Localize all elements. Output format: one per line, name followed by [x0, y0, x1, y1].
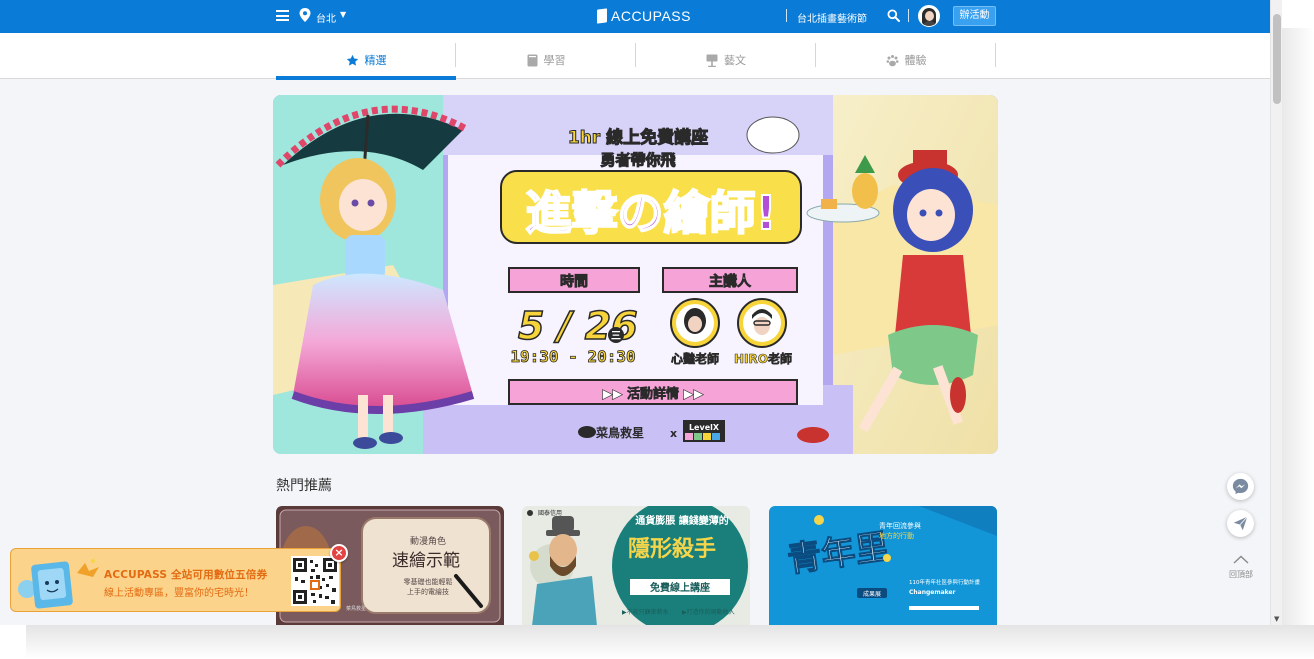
promo-line2: 線上活動專區，豐富你的宅時光！: [104, 588, 254, 599]
tab-featured[interactable]: 精選: [276, 41, 456, 80]
card3-small2: Changemaker: [909, 589, 956, 596]
time-label: 時間: [560, 273, 588, 290]
event-weekday: 三: [611, 330, 621, 342]
card3-small1: 110年青年社區參與行動計畫: [909, 578, 980, 586]
qr-code: [291, 556, 339, 606]
tab-divider: [995, 43, 996, 67]
card3-tag: 成果展: [863, 590, 881, 598]
banner-top-line2: 勇者帶你飛: [600, 151, 675, 169]
back-to-top-button[interactable]: 回頂部: [1226, 549, 1256, 580]
promo-line1: ACCUPASS 全站可用數位五倍券: [104, 569, 268, 581]
mascot-ticket-icon: [18, 559, 99, 609]
hamburger-menu-icon[interactable]: [276, 10, 289, 21]
event-card[interactable]: 青年里 青年回流參與 地方的行動 110年青年社區參與行動計畫 Changema…: [769, 506, 997, 625]
event-card[interactable]: 國泰信用 通貨膨脹 讓錢變薄的 隱形殺手 免費線上講座 ▶不能只顧來薪水 ▶打造…: [522, 506, 750, 625]
org-right-logo: LevelX: [689, 423, 720, 432]
event-time-range: 19:30 - 20:30: [510, 347, 635, 366]
speaker1-name: 心豔老師: [671, 351, 719, 366]
book-icon: [527, 54, 537, 66]
tab-label: 精選: [364, 54, 387, 67]
logo-mark-icon: [597, 8, 607, 24]
window-shadow: [26, 625, 1314, 659]
search-icon[interactable]: [887, 9, 900, 22]
promo-popup[interactable]: ACCUPASS 全站可用數位五倍券 線上活動專區，豐富你的宅時光！: [10, 548, 341, 612]
easel-icon: [706, 54, 718, 67]
scroll-down-arrow-icon[interactable]: ▼: [1274, 615, 1279, 623]
accupass-logo[interactable]: ACCUPASS: [597, 7, 691, 25]
organizer-link[interactable]: 台北插畫藝術節: [797, 10, 867, 25]
banner-title: 進擊の繪師!: [526, 186, 777, 240]
city-selector[interactable]: 台北: [316, 10, 336, 25]
paper-plane-icon: [1233, 516, 1248, 531]
window-shadow: [1282, 28, 1314, 628]
top-navbar: 台北 ▼ ACCUPASS 台北插畫藝術節 辦活動: [0, 0, 1270, 33]
event-card-image: 青年里 青年回流參與 地方的行動 110年青年社區參與行動計畫 Changema…: [769, 506, 997, 625]
back-to-top-label: 回頂部: [1229, 570, 1253, 579]
tab-arts[interactable]: 藝文: [636, 41, 816, 79]
page: 台北 ▼ ACCUPASS 台北插畫藝術節 辦活動 精選 學習 藝文 體驗 1h…: [0, 0, 1270, 625]
tab-learning[interactable]: 學習: [456, 41, 636, 79]
org-left-logo: 菜鳥救星: [595, 425, 644, 440]
paw-icon: [886, 54, 898, 66]
detail-button-text[interactable]: ▶▶ 活動詳情 ▶▶: [602, 386, 704, 403]
tab-label: 藝文: [724, 54, 746, 67]
hero-banner[interactable]: 1hr 線上免費講座 勇者帶你飛 進擊の繪師! 時間 主講人 5 / 26 三 …: [273, 95, 998, 454]
messenger-icon: [1232, 478, 1249, 495]
section-title: 熱門推薦: [276, 478, 332, 494]
star-icon: [346, 54, 358, 66]
chevron-up-icon: [1233, 555, 1249, 564]
banner-top-line1: 1hr 線上免費講座: [568, 127, 708, 148]
tab-experience[interactable]: 體驗: [816, 41, 996, 79]
nav-divider: [908, 9, 909, 22]
card1-corner: 菜鳥救星: [346, 605, 366, 612]
card1-title: 動漫角色: [410, 535, 446, 547]
vertical-scrollbar[interactable]: ▼: [1270, 0, 1282, 625]
location-pin-icon[interactable]: [299, 8, 311, 22]
speaker2-name: HIRO老師: [734, 351, 792, 366]
card2-tag2: ▶打造你的現動收入: [682, 608, 735, 616]
messenger-button[interactable]: [1227, 473, 1254, 500]
share-button[interactable]: [1227, 510, 1254, 537]
tab-label: 學習: [543, 54, 566, 67]
card2-headline: 通貨膨脹 讓錢變薄的: [635, 514, 728, 527]
promo-close-button[interactable]: ×: [330, 544, 348, 562]
card2-ribbon: 免費線上講座: [650, 581, 710, 594]
speaker-label: 主講人: [709, 273, 752, 290]
create-event-button[interactable]: 辦活動: [953, 6, 996, 26]
card1-subtitle: 速繪示範: [392, 551, 460, 571]
caret-down-icon[interactable]: ▼: [340, 10, 346, 19]
tab-label: 體驗: [904, 54, 927, 67]
card2-tag1: ▶不能只顧來薪水: [622, 608, 669, 616]
card3-note2: 地方的行動: [879, 531, 914, 540]
banner-artwork: 1hr 線上免費講座 勇者帶你飛 進擊の繪師! 時間 主講人 5 / 26 三 …: [273, 95, 998, 454]
nav-divider: [786, 9, 787, 22]
card3-note1: 青年回流參與: [879, 521, 921, 530]
scrollbar-thumb[interactable]: [1273, 14, 1281, 104]
card2-badge: 國泰信用: [538, 509, 562, 517]
org-x: x: [670, 427, 677, 440]
category-tabs: 精選 學習 藝文 體驗: [0, 33, 1270, 80]
card1-caption2: 上手的電繪技: [407, 587, 449, 596]
event-card-image: 國泰信用 通貨膨脹 讓錢變薄的 隱形殺手 免費線上講座 ▶不能只顧來薪水 ▶打造…: [522, 506, 750, 625]
user-avatar[interactable]: [918, 5, 940, 27]
logo-text: ACCUPASS: [611, 8, 691, 24]
card2-big: 隱形殺手: [628, 536, 716, 562]
card1-caption1: 零基礎也能輕鬆: [404, 577, 453, 586]
